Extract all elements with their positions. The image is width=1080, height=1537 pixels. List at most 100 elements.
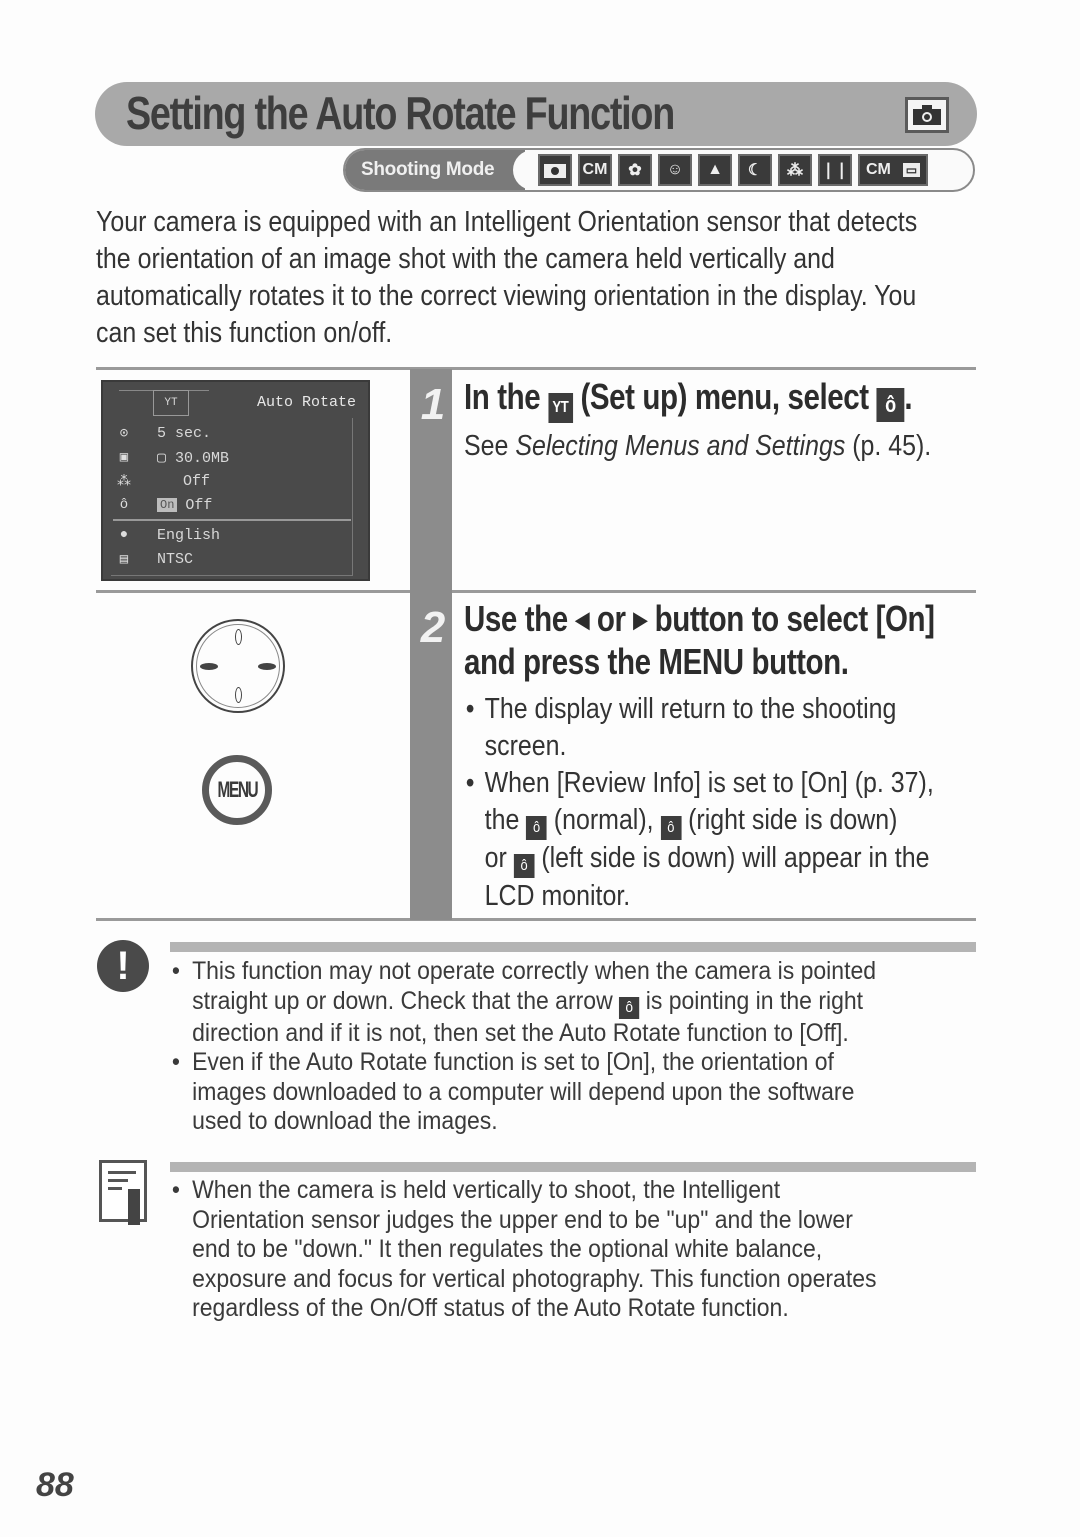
lcd-screen: YT Auto Rotate ⊙ 5 sec. ▣ ▢ 30.0MB ⁂ Off ô O… [101, 380, 370, 581]
portrait-mode-icon: ☺ [658, 154, 692, 186]
memo-line: When the camera is held vertically to sh… [192, 1176, 781, 1204]
lcd-cursor-line [113, 519, 351, 521]
caution-line: This function may not operate correctly … [192, 957, 877, 985]
orientation-normal-icon: ô [526, 816, 547, 840]
bullet-item: • The display will return to the shootin… [464, 691, 934, 765]
movie-mode-icon: CM ▭ [858, 154, 928, 186]
caution-line: straight up or down. Check that the arro… [192, 987, 876, 1019]
bullet-dot: • [171, 957, 180, 985]
card-icon: ▣ [119, 449, 129, 466]
bullet-line: When [Review Info] is set to [On] (p. 37… [484, 767, 934, 799]
orientation-right-down-icon: ô [660, 816, 682, 840]
shooting-mode-icons: CM ✿ ☺ ▲ ☾ ⁂ ❘❘ CM ▭ [538, 154, 928, 186]
caution-icon: ! [97, 940, 149, 992]
intro-line: the orientation of an image shot with th… [96, 243, 835, 275]
bullet-line: LCD monitor. [484, 880, 631, 912]
caution-rule [170, 942, 976, 952]
text: straight up or down. Check that the arro… [192, 986, 620, 1015]
language-icon: ● [119, 527, 129, 543]
lcd-row-value: NTSC [157, 550, 194, 568]
bullet-line: or ô (left side is down) will appear in … [485, 840, 934, 878]
heading-text: (Set up) menu, select [572, 376, 877, 417]
caution-bullet: • Even if the Auto Rotate function is se… [170, 1048, 876, 1137]
lcd-selected-option: On [157, 498, 178, 512]
heading-text: button to select [On] [646, 598, 935, 639]
landscape-mode-icon: ▲ [698, 154, 732, 186]
caution-line: direction and if it is not, then set the… [192, 1018, 849, 1047]
page-title: Setting the Auto Rotate Function [126, 87, 675, 139]
lcd-row-value: Off [185, 496, 213, 514]
text: (left side is down) will appear in the [534, 842, 930, 874]
auto-rotate-icon: ô [119, 497, 129, 513]
manual-mode-icon: CM [578, 154, 612, 186]
intro-line: automatically rotates it to the correct … [96, 280, 917, 312]
bullet-item: • When [Review Info] is set to [On] (p. … [464, 765, 934, 915]
step-2-bullets: • The display will return to the shootin… [464, 691, 934, 915]
lcd-row-value: Off [183, 472, 211, 490]
right-arrow-icon [258, 663, 276, 670]
pen-icon [128, 1189, 140, 1225]
step-number-2: 2 [420, 603, 446, 652]
left-arrow-icon [200, 663, 218, 670]
step-divider [96, 918, 976, 921]
step-divider [96, 590, 976, 593]
bullet-line: screen. [484, 730, 567, 762]
memo-line: end to be "down." It then regulates the … [192, 1235, 823, 1263]
step-2-heading-line1: Use the ◀ or ▶ button to select [On] [464, 598, 935, 641]
text: the [484, 804, 527, 836]
step-2-heading-line2: and press the MENU button. [464, 641, 849, 682]
up-arrow-icon [235, 629, 242, 645]
step-divider [96, 367, 976, 370]
memo-bullet: • When the camera is held vertically to … [170, 1176, 877, 1324]
text: or [484, 842, 514, 874]
caution-line: used to download the images. [192, 1107, 498, 1135]
lcd-row: ⁂ Off [113, 470, 358, 492]
text: (normal), [546, 804, 661, 836]
body-text: (p. 45). [845, 430, 932, 462]
heading-text: or [589, 598, 634, 639]
step-1-heading: In the YT (Set up) menu, select ô. [464, 376, 913, 423]
lcd-row: ● English [113, 524, 358, 546]
lcd-row-value: 5 sec. [157, 424, 212, 442]
lcd-row-value: ▢ 30.0MB [157, 449, 230, 467]
night-scene-mode-icon: ☾ [738, 154, 772, 186]
caution-line: images downloaded to a computer will dep… [192, 1077, 855, 1106]
bullet-dot: • [171, 1176, 180, 1204]
stitch-assist-mode-icon: ⁂ [778, 154, 812, 186]
text: (right side is down) [681, 804, 898, 836]
lcd-row: ▣ ▢ 30.0MB [113, 446, 358, 468]
bullet-dot: • [171, 1048, 180, 1076]
memo-line [108, 1187, 122, 1190]
heading-text: In the [464, 376, 549, 417]
memo-line: exposure and focus for vertical photogra… [192, 1264, 877, 1293]
right-button-icon: ▶ [633, 607, 647, 632]
caution-line: Even if the Auto Rotate function is set … [192, 1048, 834, 1076]
memo-line [108, 1171, 136, 1174]
auto-mode-icon [538, 154, 572, 186]
text: is pointing in the right [639, 986, 864, 1015]
body-text: See [464, 430, 516, 462]
lcd-row: ▤ NTSC [113, 548, 358, 570]
camera-icon [905, 97, 949, 133]
step-1-body: See Selecting Menus and Settings (p. 45)… [464, 428, 931, 465]
memo-line: regardless of the On/Off status of the A… [192, 1294, 789, 1322]
memo-rule [170, 1162, 976, 1172]
fast-shutter-mode-icon: ❘❘ [818, 154, 852, 186]
heading-text: . [904, 376, 913, 417]
timer-icon: ⊙ [119, 425, 129, 442]
menu-button-icon: MENU [202, 755, 272, 825]
bullet-dot: • [465, 693, 475, 725]
bullet-line: the ô (normal), ô (right side is down) [485, 802, 934, 840]
lcd-title: Auto Rotate [256, 394, 356, 411]
lcd-row-value: English [157, 526, 221, 544]
lcd-row-auto-rotate: ô On Off [113, 494, 358, 516]
page-number: 88 [36, 1466, 74, 1504]
memo-icon [99, 1160, 147, 1225]
shooting-mode-text: Shooting Mode [361, 159, 495, 180]
step-number-1: 1 [420, 380, 446, 429]
bullet-line: The display will return to the shooting [484, 693, 897, 725]
direction-pad-icon [191, 619, 285, 713]
intro-line: Your camera is equipped with an Intellig… [96, 206, 918, 238]
reference-link: Selecting Menus and Settings [515, 430, 846, 462]
left-button-icon: ◀ [575, 607, 590, 632]
